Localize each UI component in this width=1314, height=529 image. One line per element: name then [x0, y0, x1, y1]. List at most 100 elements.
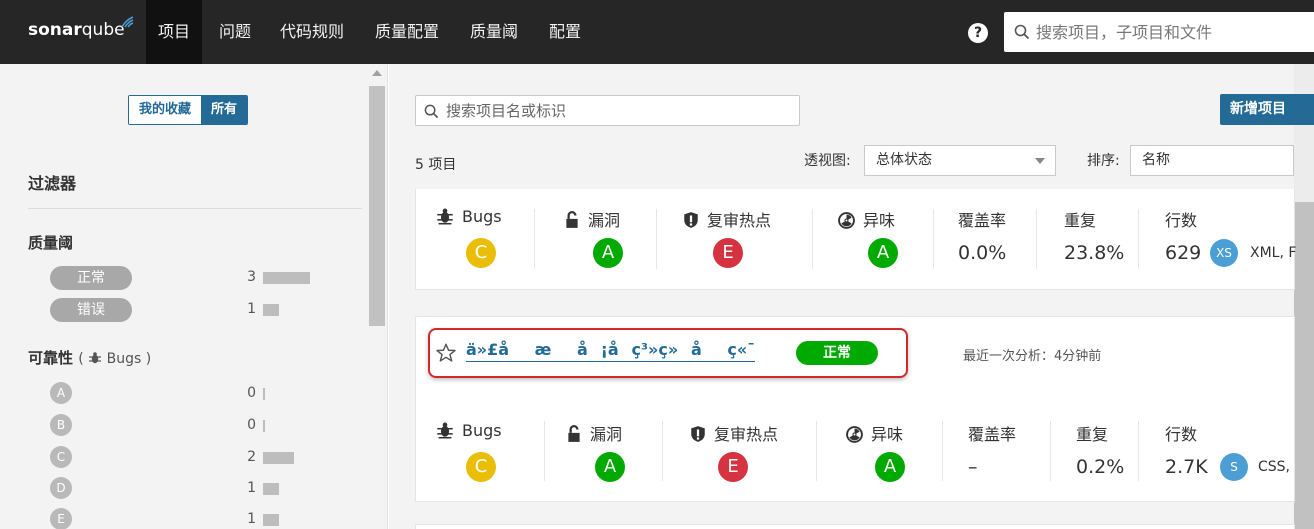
- measure-divider: [1036, 209, 1037, 269]
- measure-divider: [812, 209, 813, 269]
- favorites-button[interactable]: 我的收藏: [129, 96, 202, 124]
- sidebar-scrollbar-thumb[interactable]: [369, 86, 385, 326]
- sort-label: 排序:: [1087, 153, 1120, 169]
- bugs-label: Bugs: [462, 207, 502, 226]
- vulnerabilities-label: 漏洞: [588, 211, 621, 230]
- lines-value: 2.7K: [1165, 456, 1208, 478]
- reliability-rating-b[interactable]: B: [50, 414, 72, 436]
- measure-divider: [1138, 209, 1139, 269]
- filters-sidebar: 我的收藏 所有 过滤器 质量阈 正常 3 错误 1 可靠性 ( Bugs ) A…: [0, 64, 388, 529]
- facet-bar: [263, 420, 265, 432]
- radiation-icon: [846, 426, 863, 443]
- project-count: 5 项目: [415, 154, 456, 174]
- coverage-value[interactable]: 0.0%: [958, 242, 1006, 264]
- create-project-button[interactable]: 新增项目: [1220, 94, 1314, 125]
- favorites-all-toggle: 我的收藏 所有: [128, 95, 249, 125]
- perspective-label: 透视图:: [804, 153, 851, 169]
- filters-title: 过滤器: [28, 174, 77, 193]
- reliability-facet-title: 可靠性 ( Bugs ): [28, 349, 152, 367]
- nav-issues[interactable]: 问题: [219, 0, 251, 64]
- hotspots-rating[interactable]: E: [713, 238, 743, 268]
- global-search-input[interactable]: [1036, 21, 1296, 43]
- sort-value: 名称: [1142, 152, 1170, 168]
- measure-divider: [544, 421, 545, 481]
- vulnerabilities-measure-label: 漏洞: [564, 207, 620, 231]
- project-search[interactable]: [415, 95, 800, 126]
- measure-divider: [1050, 421, 1051, 481]
- shield-icon: [684, 212, 698, 228]
- chevron-down-icon: [1035, 158, 1045, 164]
- reliability-rating-a[interactable]: A: [50, 382, 72, 404]
- project-count-number: 5: [415, 157, 424, 173]
- coverage-label: 覆盖率: [968, 425, 1017, 444]
- duplications-value[interactable]: 0.2%: [1076, 456, 1124, 478]
- sort-select[interactable]: 名称: [1130, 145, 1294, 176]
- facet-bar: [263, 483, 279, 495]
- lines-label: 行数: [1165, 211, 1198, 230]
- logo-waves-icon: [121, 16, 134, 28]
- shield-icon: [691, 426, 705, 442]
- coverage-label: 覆盖率: [958, 211, 1007, 230]
- reliability-label: 可靠性: [28, 349, 74, 367]
- hotspots-measure-label: 复审热点: [683, 207, 771, 231]
- lines-value: 629: [1165, 242, 1202, 264]
- coverage-value: –: [968, 456, 978, 478]
- project-search-input[interactable]: [446, 101, 786, 121]
- search-icon: [424, 104, 439, 119]
- measure-divider: [933, 209, 934, 269]
- reliability-rating-e[interactable]: E: [50, 508, 72, 529]
- nav-quality-gates[interactable]: 质量阈: [470, 0, 518, 64]
- highlight-annotation-box: [428, 328, 908, 378]
- nav-administration[interactable]: 配置: [549, 0, 581, 64]
- facet-count: 0: [247, 385, 256, 401]
- code-smells-measure-label: 异味: [838, 207, 895, 231]
- measure-divider: [816, 421, 817, 481]
- languages: XML, F: [1250, 245, 1297, 261]
- bugs-measure-label: Bugs: [436, 421, 502, 440]
- vulnerabilities-rating[interactable]: A: [595, 452, 625, 482]
- lock-icon: [566, 211, 578, 228]
- duplications-value[interactable]: 23.8%: [1064, 242, 1124, 264]
- help-icon[interactable]: ?: [968, 23, 988, 43]
- languages: CSS,: [1258, 459, 1290, 475]
- hotspots-rating[interactable]: E: [718, 452, 748, 482]
- code-smells-rating[interactable]: A: [875, 452, 905, 482]
- code-smells-label: 异味: [863, 211, 896, 230]
- code-smells-measure-label: 异味: [846, 421, 903, 445]
- reliability-rating-d[interactable]: D: [50, 477, 72, 499]
- sonarqube-logo[interactable]: sonarqube: [28, 16, 134, 40]
- facet-count: 3: [247, 269, 256, 285]
- reliability-rating-c[interactable]: C: [50, 446, 72, 468]
- facet-bar: [263, 514, 279, 526]
- main-scrollbar-thumb[interactable]: [1294, 202, 1314, 529]
- bugs-rating[interactable]: C: [466, 452, 496, 482]
- duplications-label: 重复: [1064, 211, 1097, 230]
- bugs-rating[interactable]: C: [466, 238, 496, 268]
- global-search[interactable]: [1004, 12, 1314, 52]
- perspective-select[interactable]: 总体状态: [864, 145, 1056, 176]
- last-analysis-date: 最近一次分析：4分钟前: [963, 349, 1102, 364]
- logo-text-qube: qube: [81, 20, 125, 40]
- logo-text-sonar: sonar: [28, 20, 82, 40]
- sidebar-scroll-up-arrow[interactable]: [372, 70, 382, 76]
- measure-divider: [1138, 421, 1139, 481]
- reliability-sub-label: Bugs: [106, 351, 142, 367]
- facet-bar: [263, 272, 310, 284]
- code-smells-rating[interactable]: A: [868, 238, 898, 268]
- size-badge: XS: [1210, 239, 1238, 267]
- nav-projects[interactable]: 项目: [146, 0, 203, 64]
- all-button[interactable]: 所有: [201, 96, 248, 124]
- measure-divider: [662, 421, 663, 481]
- nav-rules[interactable]: 代码规则: [280, 0, 344, 64]
- facet-bar: [263, 304, 279, 316]
- quality-gate-failed-option[interactable]: 错误: [50, 298, 132, 322]
- project-count-suffix: 项目: [428, 157, 457, 173]
- vulnerabilities-rating[interactable]: A: [593, 238, 623, 268]
- quality-gate-passed-option[interactable]: 正常: [50, 266, 132, 290]
- lock-icon: [568, 425, 580, 442]
- code-smells-label: 异味: [871, 425, 904, 444]
- radiation-icon: [838, 212, 855, 229]
- project-card: Bugs C 漏洞 A 复审热点 E 异味 A 覆盖率 0.0% 重复 23.8…: [415, 189, 1297, 290]
- nav-quality-profiles[interactable]: 质量配置: [375, 0, 439, 64]
- project-card: ä»£åæå¡åç³»ç»åç«¯ 正常 最近一次分析：4分钟…: [415, 316, 1295, 502]
